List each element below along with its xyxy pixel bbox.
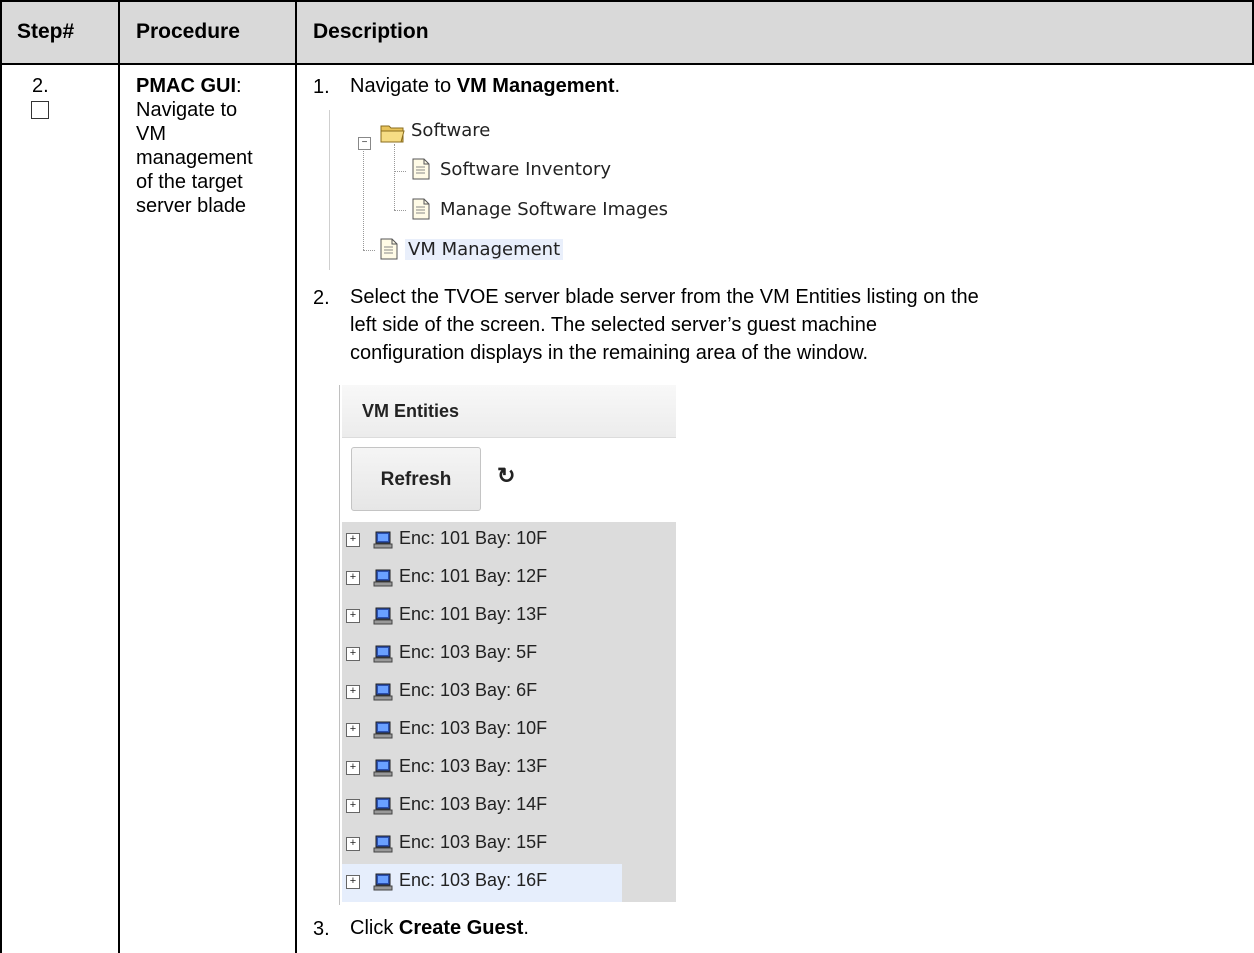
procedure-title: PMAC GUI [136,75,236,97]
step-2-line: Select the TVOE server blade server from… [350,286,979,308]
list-item-label: Enc: 103 Bay: 15F [399,832,548,852]
list-item[interactable]: + Enc: 103 Bay: 5F [342,636,676,674]
tree-line [394,210,406,211]
list-item-label: Enc: 103 Bay: 10F [399,718,548,738]
step-3-text: Click Create Guest. [350,914,529,942]
expand-icon[interactable]: + [346,799,360,813]
procedure-line: server blade [136,195,247,217]
tree-item-manage-software-images[interactable]: Manage Software Images [440,199,668,220]
computer-icon [373,721,393,739]
table-border-left [0,0,2,953]
table-border-top [0,0,1254,2]
list-item-label: Enc: 101 Bay: 13F [399,604,548,624]
computer-icon [373,569,393,587]
header-step: Step# [17,20,75,43]
step-1-prefix: Navigate to [350,75,457,97]
step-3-bold: Create Guest [398,917,524,939]
vm-entities-header: VM Entities [342,385,676,438]
tree-item-vm-management[interactable]: VM Management [405,239,564,260]
table-col-divider-1 [118,0,120,953]
step-3-number: 3. [313,918,330,940]
computer-icon [373,531,393,549]
refresh-button[interactable]: Refresh [351,447,481,511]
tree-line [363,250,375,251]
expand-icon[interactable]: + [346,533,360,547]
tree-item-software[interactable]: Software [411,120,490,141]
list-item[interactable]: + Enc: 103 Bay: 13F [342,750,676,788]
step-number: 2. [32,75,49,97]
list-item-label: Enc: 103 Bay: 14F [399,794,548,814]
list-item[interactable]: + Enc: 103 Bay: 10F [342,712,676,750]
procedure-line: of the target [136,171,243,193]
step-2-line: left side of the screen. The selected se… [350,314,877,336]
expand-icon[interactable]: + [346,609,360,623]
expand-icon[interactable]: + [346,837,360,851]
tree-line [394,144,395,210]
list-item[interactable]: + Enc: 103 Bay: 15F [342,826,676,864]
step-1-bold: VM Management [456,75,615,97]
procedure-line: management [136,147,253,169]
computer-icon [373,797,393,815]
tree-item-software-inventory[interactable]: Software Inventory [440,159,611,180]
expand-icon[interactable]: + [346,761,360,775]
document-icon [412,158,430,180]
list-item[interactable]: + Enc: 101 Bay: 12F [342,560,676,598]
expand-icon[interactable]: + [346,723,360,737]
list-item-label: Enc: 101 Bay: 10F [399,528,548,548]
expand-icon[interactable]: + [346,647,360,661]
screenshot-edge [339,385,340,905]
header-procedure: Procedure [136,20,240,43]
procedure-line: VM [136,123,166,145]
list-item[interactable]: + Enc: 101 Bay: 13F [342,598,676,636]
vm-entities-title: VM Entities [362,401,460,421]
vm-entities-list: + Enc: 101 Bay: 10F + Enc: 101 Bay: 12F … [342,522,676,902]
refresh-icon[interactable]: ↻ [497,463,515,489]
step-1-suffix: . [614,75,621,97]
computer-icon [373,873,393,891]
list-item[interactable]: + Enc: 103 Bay: 6F [342,674,676,712]
list-item-label: Enc: 103 Bay: 6F [399,680,538,700]
step-1-number: 1. [313,76,330,98]
vm-entities-toolbar: Refresh ↻ [342,438,676,520]
step-checkbox[interactable] [31,101,49,119]
header-description: Description [313,20,429,43]
list-item-label: Enc: 101 Bay: 12F [399,566,548,586]
expand-icon[interactable]: + [346,685,360,699]
computer-icon [373,607,393,625]
document-icon [412,198,430,220]
procedure-colon: : [236,75,242,97]
expand-icon[interactable]: + [346,571,360,585]
folder-open-icon [380,125,405,143]
step-3-suffix: . [523,917,529,939]
computer-icon [373,759,393,777]
computer-icon [373,683,393,701]
procedure-cell: PMAC GUI: [136,74,242,98]
table-col-divider-2 [295,0,297,953]
collapse-icon[interactable]: − [358,137,371,150]
list-item-label: Enc: 103 Bay: 5F [399,642,538,662]
list-item-label: Enc: 103 Bay: 13F [399,756,548,776]
nav-tree-screenshot: − Software Software Inventory Manage Sof… [329,110,696,270]
list-item[interactable]: + Enc: 103 Bay: 14F [342,788,676,826]
step-1-text: Navigate to VM Management. [350,72,620,100]
step-2-line: configuration displays in the remaining … [350,342,869,364]
document-icon [380,238,398,260]
screenshot-edge [329,110,330,270]
list-item-selected[interactable]: + Enc: 103 Bay: 16F [342,864,622,902]
tree-line [363,140,364,250]
step-2-number: 2. [313,287,330,309]
step-3-prefix: Click [350,917,399,939]
tree-line [394,171,406,172]
computer-icon [373,835,393,853]
computer-icon [373,645,393,663]
table-header-divider [0,63,1254,65]
expand-icon[interactable]: + [346,875,360,889]
procedure-line: Navigate to [136,99,238,121]
list-item-label: Enc: 103 Bay: 16F [399,870,548,890]
list-item[interactable]: + Enc: 101 Bay: 10F [342,522,676,560]
